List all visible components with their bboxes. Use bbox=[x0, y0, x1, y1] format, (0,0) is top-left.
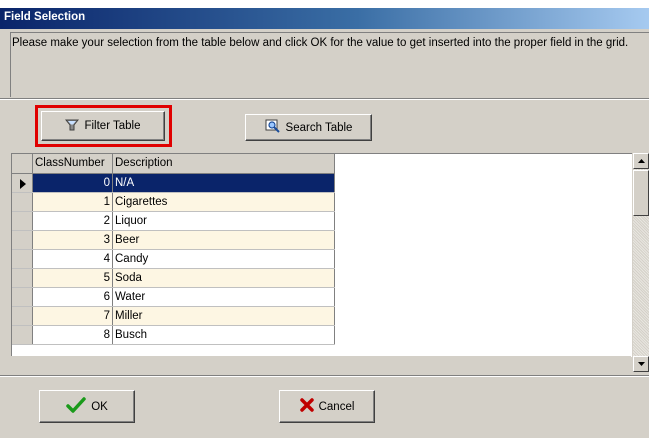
current-row-arrow-icon bbox=[20, 178, 26, 189]
description-cell[interactable]: Miller bbox=[112, 306, 335, 326]
row-indicator-header bbox=[12, 154, 33, 174]
top-strip bbox=[0, 0, 649, 8]
column-header-description[interactable]: Description bbox=[112, 154, 335, 174]
table-row[interactable]: 7 Miller bbox=[12, 306, 335, 326]
check-icon bbox=[66, 397, 86, 416]
row-indicator bbox=[12, 306, 33, 326]
classnumber-cell[interactable]: 1 bbox=[32, 192, 113, 212]
column-header-classnumber[interactable]: ClassNumber bbox=[32, 154, 113, 174]
table-row[interactable]: 3 Beer bbox=[12, 230, 335, 250]
row-indicator bbox=[12, 192, 33, 212]
vertical-scrollbar[interactable] bbox=[633, 153, 649, 372]
row-indicator bbox=[12, 287, 33, 307]
table-row[interactable]: 6 Water bbox=[12, 287, 335, 307]
description-cell[interactable]: N/A bbox=[112, 173, 335, 193]
divider bbox=[0, 98, 649, 100]
row-indicator bbox=[12, 325, 33, 345]
classnumber-cell[interactable]: 7 bbox=[32, 306, 113, 326]
close-icon bbox=[299, 398, 314, 415]
search-table-label: Search Table bbox=[285, 121, 353, 134]
arrow-down-icon bbox=[637, 362, 645, 366]
description-cell[interactable]: Soda bbox=[112, 268, 335, 288]
description-cell[interactable]: Liquor bbox=[112, 211, 335, 231]
search-icon bbox=[265, 119, 281, 136]
row-indicator bbox=[12, 268, 33, 288]
horizontal-scroll-track bbox=[11, 356, 631, 370]
filter-table-label: Filter Table bbox=[84, 120, 141, 132]
description-cell[interactable]: Busch bbox=[112, 325, 335, 345]
ok-button[interactable]: OK bbox=[39, 390, 135, 423]
table-row[interactable]: 5 Soda bbox=[12, 268, 335, 288]
classnumber-cell[interactable]: 0 bbox=[32, 173, 113, 193]
arrow-up-icon bbox=[637, 159, 645, 163]
filter-icon bbox=[65, 118, 80, 135]
footer-divider bbox=[0, 375, 649, 377]
row-indicator bbox=[12, 230, 33, 250]
field-selection-dialog: Field Selection Please make your selecti… bbox=[0, 0, 649, 438]
title-bar: Field Selection bbox=[0, 8, 649, 29]
table-row[interactable]: 0 N/A bbox=[12, 173, 335, 193]
classnumber-cell[interactable]: 8 bbox=[32, 325, 113, 345]
instructions-panel: Please make your selection from the tabl… bbox=[10, 32, 649, 97]
classnumber-cell[interactable]: 2 bbox=[32, 211, 113, 231]
scroll-up-button[interactable] bbox=[633, 153, 649, 169]
description-cell[interactable]: Cigarettes bbox=[112, 192, 335, 212]
scroll-down-button[interactable] bbox=[633, 356, 649, 372]
description-cell[interactable]: Water bbox=[112, 287, 335, 307]
row-indicator bbox=[12, 249, 33, 269]
classnumber-cell[interactable]: 5 bbox=[32, 268, 113, 288]
grid-table: ClassNumber Description 0 N/A 1 Cigarett… bbox=[12, 154, 335, 345]
cancel-button[interactable]: Cancel bbox=[279, 390, 375, 423]
filter-table-button[interactable]: Filter Table bbox=[41, 111, 165, 141]
scroll-thumb[interactable] bbox=[633, 170, 649, 216]
table-row[interactable]: 8 Busch bbox=[12, 325, 335, 345]
table-row[interactable]: 1 Cigarettes bbox=[12, 192, 335, 212]
classnumber-cell[interactable]: 4 bbox=[32, 249, 113, 269]
row-indicator bbox=[12, 173, 33, 193]
classnumber-cell[interactable]: 6 bbox=[32, 287, 113, 307]
classnumber-cell[interactable]: 3 bbox=[32, 230, 113, 250]
ok-label: OK bbox=[91, 400, 108, 413]
window-title: Field Selection bbox=[4, 11, 86, 23]
description-cell[interactable]: Candy bbox=[112, 249, 335, 269]
search-table-button[interactable]: Search Table bbox=[245, 114, 372, 141]
table-row[interactable]: 2 Liquor bbox=[12, 211, 335, 231]
table-row[interactable]: 4 Candy bbox=[12, 249, 335, 269]
class-grid: ClassNumber Description 0 N/A 1 Cigarett… bbox=[11, 153, 632, 357]
instructions-text: Please make your selection from the tabl… bbox=[12, 37, 629, 49]
description-cell[interactable]: Beer bbox=[112, 230, 335, 250]
cancel-label: Cancel bbox=[318, 400, 355, 413]
row-indicator bbox=[12, 211, 33, 231]
